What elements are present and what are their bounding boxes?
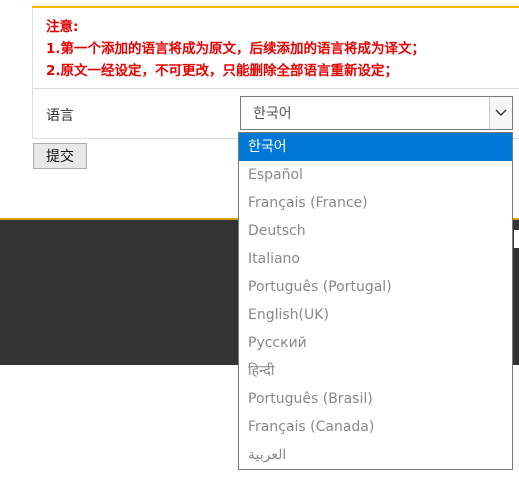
language-option[interactable]: Français (Canada) xyxy=(239,413,512,441)
language-dropdown-list[interactable]: 한국어 Español Français (France) Deutsch It… xyxy=(238,132,513,470)
notice-title: 注意: xyxy=(46,19,79,35)
language-option[interactable]: हिन्दी xyxy=(239,357,512,385)
language-option[interactable]: Deutsch xyxy=(239,217,512,245)
notice-line-2: 2.原文一经设定，不可更改，只能删除全部语言重新设定； xyxy=(46,63,399,79)
language-option[interactable]: English(UK) xyxy=(239,301,512,329)
language-option[interactable]: Français (France) xyxy=(239,189,512,217)
language-option[interactable]: Español xyxy=(239,161,512,189)
language-option[interactable]: العربية xyxy=(239,441,512,469)
language-select[interactable]: 한국어 xyxy=(240,96,513,130)
language-option[interactable]: Русский xyxy=(239,329,512,357)
notice-line-1: 1.第一个添加的语言将成为原文，后续添加的语言将成为译文； xyxy=(46,41,426,57)
chevron-down-icon[interactable] xyxy=(489,97,512,129)
language-option[interactable]: Português (Portugal) xyxy=(239,273,512,301)
language-option[interactable]: 한국어 xyxy=(239,133,512,161)
submit-button[interactable]: 提交 xyxy=(33,143,87,169)
language-option[interactable]: Português (Brasil) xyxy=(239,385,512,413)
language-option[interactable]: Italiano xyxy=(239,245,512,273)
language-select-value: 한국어 xyxy=(253,106,292,122)
notice-panel: 注意: 1.第一个添加的语言将成为原文，后续添加的语言将成为译文； 2.原文一经… xyxy=(32,8,519,88)
band-edge-mark xyxy=(514,230,519,248)
language-label: 语言 xyxy=(46,108,74,124)
